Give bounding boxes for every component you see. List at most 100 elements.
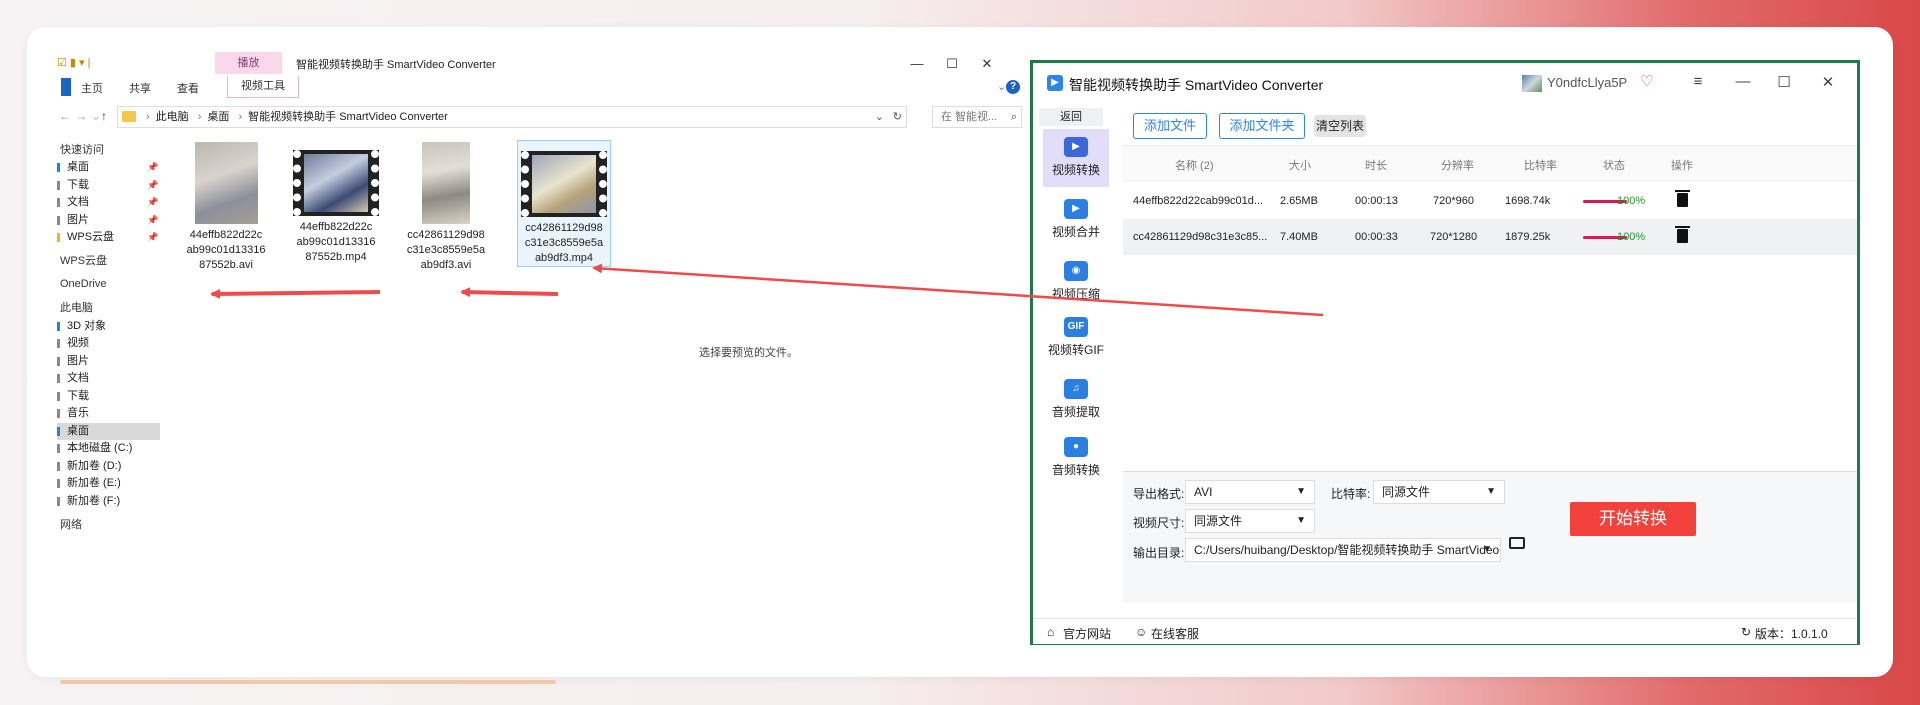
path-dropdown-icon[interactable]: ⌄ xyxy=(875,107,884,127)
file-item-avi-2[interactable]: cc42861129d98 c31e3c8559e5a ab9df3.avi xyxy=(401,142,491,273)
vip-heart-icon[interactable]: ♡ xyxy=(1640,72,1653,90)
sidebar-quick-access[interactable]: 快速访问 xyxy=(57,142,160,159)
sidebar-item-3d-objects[interactable]: 3D 对象 xyxy=(57,318,160,335)
file-thumbnail xyxy=(422,142,470,224)
window-title: 智能视频转换助手 SmartVideo Converter xyxy=(296,59,496,71)
breadcrumb-this-pc[interactable]: 此电脑 xyxy=(156,111,189,123)
recent-dropdown-icon[interactable]: ⌄ xyxy=(91,109,101,123)
nav-video-merge[interactable]: ▶ 视频合并 xyxy=(1043,191,1109,249)
export-format-select[interactable]: AVI ▼ xyxy=(1185,480,1315,504)
dropdown-arrow-icon: ▼ xyxy=(1482,544,1492,555)
app-title: 智能视频转换助手 SmartVideo Converter xyxy=(1069,77,1324,93)
trash-icon[interactable] xyxy=(1675,190,1690,207)
microphone-icon: ● xyxy=(1064,437,1088,457)
table-row[interactable]: cc42861129d98c31e3c85... 7.40MB 00:00:33… xyxy=(1123,219,1857,255)
tab-home[interactable]: 主页 xyxy=(81,80,103,96)
up-arrow-icon[interactable]: ↑ xyxy=(101,109,107,123)
close-icon[interactable]: ✕ xyxy=(967,52,1007,76)
table-row[interactable]: 44effb822d22cab99c01d... 2.65MB 00:00:13… xyxy=(1123,183,1857,219)
col-name[interactable]: 名称 (2) xyxy=(1175,157,1214,173)
tab-file[interactable] xyxy=(61,78,71,96)
video-merge-icon: ▶ xyxy=(1064,199,1088,219)
sidebar-item-drive-e[interactable]: 新加卷 (E:) xyxy=(57,475,160,492)
refresh-icon[interactable]: ↻ xyxy=(893,107,902,127)
file-item-mp4-2[interactable]: cc42861129d98 c31e3c8559e5a ab9df3.mp4 xyxy=(517,140,611,267)
file-item-mp4-1[interactable]: 44effb822d22c ab99c01d13316 87552b.mp4 xyxy=(291,142,381,265)
nav-audio-convert[interactable]: ● 音频转换 xyxy=(1043,429,1109,487)
app-logo-icon: ▶ xyxy=(1047,75,1063,91)
nav-video-compress[interactable]: ◉ 视频压缩 xyxy=(1043,253,1109,311)
minimize-icon[interactable]: — xyxy=(1733,73,1753,90)
sidebar-item-music[interactable]: 音乐 xyxy=(57,405,160,422)
start-convert-button[interactable]: 开始转换 xyxy=(1570,502,1696,536)
support-icon: ☺ xyxy=(1135,625,1148,639)
quick-access-toolbar-icon[interactable]: ☑ ▮ ▾ | xyxy=(57,56,90,69)
tab-video-tools[interactable]: 视频工具 xyxy=(227,76,299,98)
col-duration[interactable]: 时长 xyxy=(1365,157,1387,173)
sidebar-item-pictures[interactable]: 图片 📌 xyxy=(57,212,160,229)
back-arrow-icon[interactable]: ← xyxy=(59,109,71,123)
pin-icon: 📌 xyxy=(147,215,159,225)
sidebar-item-drive-f[interactable]: 新加卷 (F:) xyxy=(57,493,160,510)
minimize-icon[interactable]: — xyxy=(897,52,937,76)
close-icon[interactable]: ✕ xyxy=(1818,73,1838,91)
output-dir-select[interactable]: C:/Users/huibang/Desktop/智能视频转换助手 SmartV… xyxy=(1185,538,1501,562)
nav-audio-extract[interactable]: ♫ 音频提取 xyxy=(1043,371,1109,429)
search-input[interactable]: 在 智能视... ⌕ xyxy=(932,106,1022,128)
username[interactable]: Y0ndfcLlya5P xyxy=(1547,75,1627,90)
gif-icon: GIF xyxy=(1064,317,1088,337)
settings-panel: 导出格式: AVI ▼ 比特率: 同源文件 ▼ 视频尺寸: 同源文件 ▼ 输出目录: … xyxy=(1123,471,1857,603)
sidebar-item-downloads-pc[interactable]: 下载 xyxy=(57,388,160,405)
sidebar-item-documents[interactable]: 文档 📌 xyxy=(57,194,160,211)
trash-icon[interactable] xyxy=(1675,226,1690,243)
sidebar-onedrive[interactable]: OneDrive xyxy=(57,276,160,293)
file-item-avi-1[interactable]: 44effb822d22c ab99c01d13316 87552b.avi xyxy=(181,142,271,273)
col-status: 状态 xyxy=(1603,160,1625,172)
open-folder-icon[interactable] xyxy=(1509,537,1525,549)
ribbon-collapse-icon[interactable]: ⌄ xyxy=(997,80,1006,93)
sidebar-item-wps-cloud-pinned[interactable]: WPS云盘 📌 xyxy=(57,229,160,246)
dropdown-arrow-icon: ▼ xyxy=(1486,486,1496,497)
sidebar-item-pictures-pc[interactable]: 图片 xyxy=(57,353,160,370)
tab-share[interactable]: 共享 xyxy=(129,80,151,96)
sidebar-item-documents-pc[interactable]: 文档 xyxy=(57,370,160,387)
progress-text: 100% xyxy=(1617,195,1646,207)
sidebar-item-videos[interactable]: 视频 xyxy=(57,335,160,352)
official-site-link[interactable]: 官方网站 xyxy=(1063,625,1111,642)
nav-video-to-gif[interactable]: GIF 视频转GIF xyxy=(1043,309,1109,367)
video-size-label: 视频尺寸: xyxy=(1133,516,1185,530)
forward-arrow-icon[interactable]: → xyxy=(75,109,87,123)
col-resolution[interactable]: 分辨率 xyxy=(1441,157,1474,173)
sidebar-network[interactable]: 网络 xyxy=(57,517,160,534)
breadcrumb-folder[interactable]: 智能视频转换助手 SmartVideo Converter xyxy=(248,111,448,123)
nav-video-convert[interactable]: ▶ 视频转换 xyxy=(1043,129,1109,187)
sidebar-item-drive-d[interactable]: 新加卷 (D:) xyxy=(57,458,160,475)
breadcrumb-desktop[interactable]: 桌面 xyxy=(207,111,229,123)
back-button[interactable]: 返回 xyxy=(1039,108,1103,126)
explorer-titlebar: ☑ ▮ ▾ | 播放 智能视频转换助手 SmartVideo Converter… xyxy=(57,52,1022,76)
add-folder-button[interactable]: 添加文件夹 xyxy=(1219,113,1305,139)
maximize-icon[interactable]: ☐ xyxy=(932,52,972,76)
bitrate-label: 比特率: xyxy=(1331,487,1371,501)
sidebar-wps-cloud[interactable]: WPS云盘 xyxy=(57,253,160,270)
add-file-button[interactable]: 添加文件 xyxy=(1133,113,1207,139)
maximize-icon[interactable]: ☐ xyxy=(1774,73,1794,91)
col-size[interactable]: 大小 xyxy=(1289,157,1311,173)
tab-play[interactable]: 播放 xyxy=(215,52,282,74)
help-icon[interactable]: ? xyxy=(1006,80,1020,94)
sidebar-item-downloads[interactable]: 下载 📌 xyxy=(57,177,160,194)
online-support-link[interactable]: 在线客服 xyxy=(1151,625,1199,642)
bitrate-select[interactable]: 同源文件 ▼ xyxy=(1373,480,1505,504)
tab-view[interactable]: 查看 xyxy=(177,80,199,96)
clear-list-button[interactable]: 清空列表 xyxy=(1314,115,1366,137)
refresh-icon[interactable]: ↻ xyxy=(1741,625,1751,639)
sidebar-item-drive-c[interactable]: 本地磁盘 (C:) xyxy=(57,440,160,457)
address-path[interactable]: › 此电脑 › 桌面 › 智能视频转换助手 SmartVideo Converter … xyxy=(117,106,907,128)
sidebar-item-desktop-pc[interactable]: 桌面 xyxy=(57,423,160,440)
col-bitrate[interactable]: 比特率 xyxy=(1524,157,1557,173)
sidebar-item-desktop[interactable]: 桌面 📌 xyxy=(57,159,160,176)
sidebar-this-pc[interactable]: 此电脑 xyxy=(57,300,160,317)
menu-icon[interactable]: ≡ xyxy=(1688,73,1708,90)
video-size-select[interactable]: 同源文件 ▼ xyxy=(1185,509,1315,533)
avatar[interactable] xyxy=(1522,75,1542,92)
